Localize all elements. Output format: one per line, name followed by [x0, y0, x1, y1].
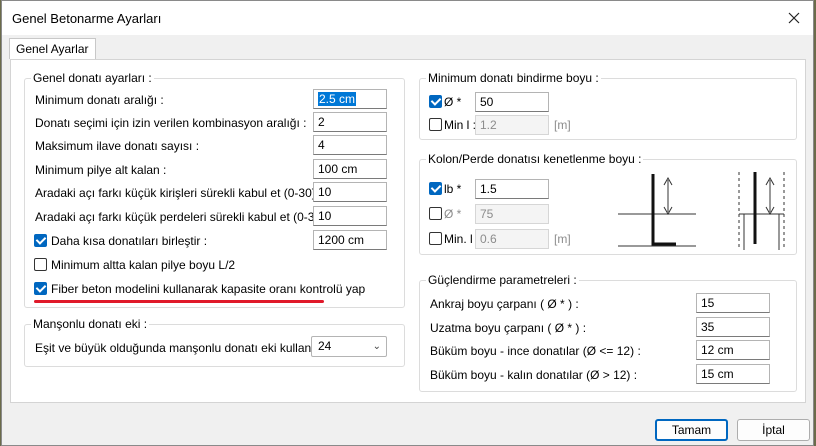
lap-phi-label: Ø * — [444, 95, 462, 109]
lap-min-label: Min l : — [444, 118, 477, 132]
sleeve-splice-label: Eşit ve büyük olduğunda manşonlu donatı … — [35, 341, 318, 355]
anchorage-diagram — [618, 172, 785, 250]
tab-general[interactable]: Genel Ayarlar — [9, 38, 96, 59]
window-title: Genel Betonarme Ayarları — [12, 11, 162, 26]
chevron-down-icon: ⌄ — [372, 341, 381, 352]
bend-thick-label: Büküm boyu - kalın donatılar (Ø > 12) : — [430, 368, 638, 382]
combination-range-input[interactable]: 2 — [313, 112, 387, 132]
lap-min-checkbox[interactable] — [429, 118, 442, 131]
beam-angle-input[interactable]: 10 — [313, 182, 387, 202]
ok-button[interactable]: Tamam — [655, 419, 728, 441]
min-bottom-bar-label: Minimum altta kalan pilye boyu L/2 — [51, 258, 236, 272]
lap-phi-checkbox[interactable] — [429, 95, 442, 108]
max-extra-bars-input[interactable]: 4 — [313, 135, 387, 155]
wall-angle-label: Aradaki açı farkı küçük perdeleri sürekl… — [35, 210, 332, 224]
anchor-lb-checkbox[interactable] — [429, 182, 442, 195]
extension-factor-input[interactable]: 35 — [696, 317, 770, 337]
join-short-bars-label: Daha kısa donatıları birleştir : — [51, 234, 208, 248]
bend-thin-label: Büküm boyu - ince donatılar (Ø <= 12) : — [430, 344, 641, 358]
lap-phi-input[interactable]: 50 — [475, 92, 549, 112]
cancel-button[interactable]: İptal — [737, 419, 810, 441]
close-icon — [788, 12, 800, 24]
lap-min-input[interactable]: 1.2 — [475, 115, 549, 135]
lap-min-unit: [m] — [554, 118, 571, 132]
join-short-bars-checkbox[interactable] — [34, 234, 47, 247]
beam-angle-label: Aradaki açı farkı küçük kirişleri sürekl… — [35, 186, 323, 200]
general-settings-group: Genel donatı ayarları : Minimum donatı a… — [24, 71, 405, 308]
min-bent-bar-label: Minimum pilye alt kalan : — [35, 163, 167, 177]
anchor-min-checkbox[interactable] — [429, 232, 442, 245]
bend-thick-input[interactable]: 15 cm — [696, 364, 770, 384]
anchor-phi-checkbox[interactable] — [429, 207, 442, 220]
anchor-min-input[interactable]: 0.6 — [475, 229, 549, 249]
anchor-phi-label: Ø * — [444, 207, 462, 221]
tab-panel-general: Genel donatı ayarları : Minimum donatı a… — [10, 59, 806, 403]
anchor-lb-input[interactable]: 1.5 — [475, 179, 549, 199]
anchor-factor-label: Ankraj boyu çarpanı ( Ø * ) : — [430, 297, 579, 311]
lap-length-group: Minimum donatı bindirme boyu : Ø * 50 Mi… — [419, 71, 797, 140]
fiber-concrete-label: Fiber beton modelini kullanarak kapasite… — [51, 282, 366, 296]
strengthening-title: Güçlendirme parametreleri : — [426, 273, 579, 287]
general-settings-title: Genel donatı ayarları : — [31, 71, 154, 85]
anchor-lb-label: lb * — [444, 182, 462, 196]
fiber-concrete-checkbox[interactable] — [34, 282, 47, 295]
sleeve-splice-title: Manşonlu donatı eki : — [31, 317, 150, 331]
close-button[interactable] — [783, 7, 805, 29]
tab-strip: Genel Ayarlar — [2, 35, 813, 59]
anchorage-length-group: Kolon/Perde donatısı kenetlenme boyu : l… — [419, 152, 797, 255]
min-bent-bar-input[interactable]: 100 cm — [313, 159, 387, 179]
join-short-bars-input[interactable]: 1200 cm — [313, 230, 387, 250]
settings-dialog: Genel Betonarme Ayarları Genel Ayarlar G… — [1, 0, 814, 446]
combination-range-label: Donatı seçimi için izin verilen kombinas… — [35, 116, 307, 130]
lap-length-title: Minimum donatı bindirme boyu : — [426, 71, 601, 85]
sleeve-splice-group: Manşonlu donatı eki : Eşit ve büyük oldu… — [24, 317, 405, 367]
min-bottom-bar-checkbox[interactable] — [34, 258, 47, 271]
bend-thin-input[interactable]: 12 cm — [696, 340, 770, 360]
anchor-phi-input[interactable]: 75 — [475, 204, 549, 224]
wall-angle-input[interactable]: 10 — [313, 206, 387, 226]
anchor-factor-input[interactable]: 15 — [696, 293, 770, 313]
strengthening-group: Güçlendirme parametreleri : Ankraj boyu … — [419, 273, 797, 392]
min-spacing-label: Minimum donatı aralığı : — [35, 93, 164, 107]
sleeve-diameter-value: 24 — [318, 339, 332, 353]
anchorage-length-title: Kolon/Perde donatısı kenetlenme boyu : — [426, 152, 644, 166]
anchor-min-unit: [m] — [554, 232, 571, 246]
sleeve-diameter-select[interactable]: 24 ⌄ — [311, 336, 387, 357]
min-spacing-input[interactable]: 2.5 cm — [313, 89, 387, 109]
max-extra-bars-label: Maksimum ilave donatı sayısı : — [35, 139, 200, 153]
red-underline-annotation — [34, 300, 324, 303]
extension-factor-label: Uzatma boyu çarpanı ( Ø * ) : — [430, 321, 587, 335]
anchor-min-label: Min. l — [444, 232, 473, 246]
title-bar: Genel Betonarme Ayarları — [2, 1, 813, 35]
